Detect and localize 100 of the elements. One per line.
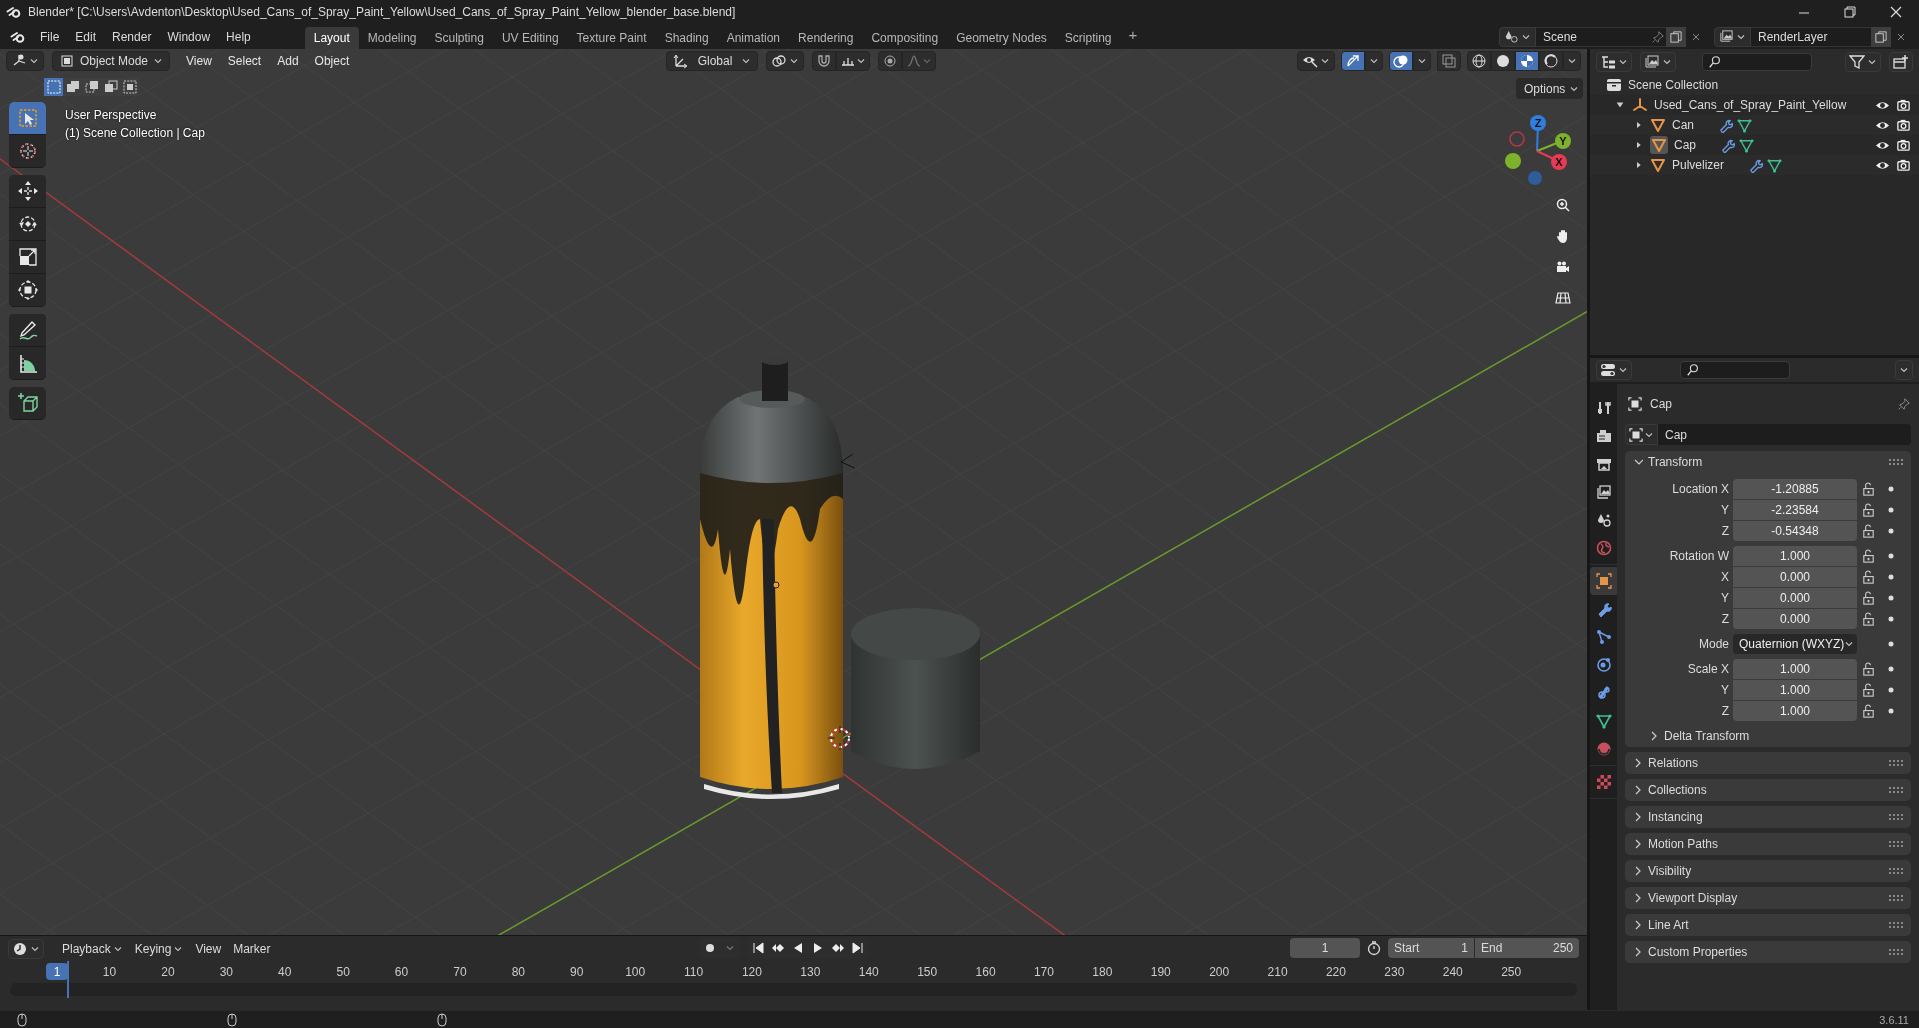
- frame-number: 80: [511, 965, 526, 979]
- subpanel-header[interactable]: Delta Transform: [1664, 729, 1750, 743]
- frame-number: 170: [1033, 965, 1054, 979]
- viewport-info-text: User Perspective: [65, 108, 158, 122]
- object-label[interactable]: Cap: [1674, 138, 1696, 152]
- menu-item[interactable]: File: [32, 26, 68, 47]
- z-axis-handle[interactable]: Z: [1530, 115, 1546, 131]
- frame-number: 20: [161, 965, 175, 979]
- menu-item[interactable]: View: [189, 938, 228, 959]
- frame-number: 30: [219, 965, 234, 979]
- number-field[interactable]: 1.000: [1733, 659, 1857, 679]
- workspace-tab[interactable]: Sculpting: [425, 27, 493, 49]
- object-label[interactable]: Pulvelizer: [1672, 158, 1725, 172]
- workspace-tab[interactable]: Layout: [304, 27, 359, 49]
- frame-number: 60: [394, 965, 409, 979]
- current-frame-field[interactable]: 1: [1290, 938, 1360, 958]
- window-title: Blender* [C:\Users\Avdenton\Desktop\Used_Cans_of_Spray_Paint_Yellow\Used_Cans_of_Spray_Paint_Yellow_blender_base.blend]: [28, 5, 736, 19]
- workspace-tab[interactable]: Geometry Nodes: [947, 27, 1056, 49]
- frame-number: 240: [1442, 965, 1463, 979]
- viewport-info-text: (1) Scene Collection | Cap: [65, 126, 205, 140]
- frame-number: 100: [625, 965, 646, 979]
- collection-label[interactable]: Scene Collection: [1628, 78, 1719, 92]
- end-frame-field[interactable]: 250: [1552, 941, 1573, 955]
- frame-number: 40: [278, 965, 292, 979]
- menu-item[interactable]: Add: [269, 51, 307, 71]
- workspace-tab[interactable]: Rendering: [789, 27, 863, 49]
- panel-header[interactable]: Visibility: [1648, 864, 1692, 878]
- view-layer-field[interactable]: RenderLayer: [1751, 26, 1871, 47]
- number-field[interactable]: -1.20885: [1733, 479, 1857, 499]
- number-field[interactable]: 0.000: [1733, 588, 1857, 608]
- frame-number: 220: [1325, 965, 1346, 979]
- workspace-tab[interactable]: Texture Paint: [567, 27, 656, 49]
- property-label: X: [1721, 570, 1729, 584]
- x-axis-handle[interactable]: X: [1551, 154, 1567, 170]
- panel-header[interactable]: Custom Properties: [1648, 945, 1748, 959]
- playhead[interactable]: 1: [46, 963, 68, 980]
- property-label: Scale X: [1687, 662, 1729, 676]
- rotation-mode-dropdown[interactable]: Quaternion (WXYZ): [1733, 634, 1857, 654]
- menu-item[interactable]: Select: [219, 51, 270, 71]
- orientation-dropdown[interactable]: Global: [666, 51, 758, 71]
- menu-item[interactable]: Window: [159, 26, 219, 47]
- start-frame-field[interactable]: 1: [1461, 941, 1468, 955]
- start-label: Start: [1394, 941, 1420, 955]
- options-dropdown[interactable]: Options: [1516, 78, 1584, 99]
- frame-number: 250: [1501, 965, 1522, 979]
- version-label: 3.6.11: [1879, 1013, 1909, 1026]
- frame-number: 180: [1092, 965, 1113, 979]
- panel-header[interactable]: Motion Paths: [1648, 837, 1719, 851]
- panel-header[interactable]: Collections: [1648, 783, 1707, 797]
- property-label: Z: [1721, 524, 1729, 538]
- frame-number: 10: [102, 965, 117, 979]
- object-name-field[interactable]: Cap: [1658, 424, 1911, 445]
- menu-item[interactable]: Object: [306, 51, 358, 71]
- menu-item[interactable]: Keying: [128, 938, 190, 959]
- menu-item[interactable]: Help: [218, 26, 259, 47]
- workspace-tab[interactable]: Compositing: [862, 27, 948, 49]
- property-label: Rotation W: [1669, 549, 1729, 563]
- object-label[interactable]: Can: [1672, 118, 1694, 132]
- frame-number: 150: [917, 965, 938, 979]
- panel-header[interactable]: Relations: [1648, 756, 1699, 770]
- menu-item[interactable]: Playback: [56, 938, 129, 959]
- menu-item[interactable]: View: [178, 51, 220, 71]
- frame-number: 190: [1150, 965, 1171, 979]
- scene-field[interactable]: Scene: [1536, 26, 1644, 47]
- frame-number: 230: [1384, 965, 1405, 979]
- frame-number: 140: [858, 965, 879, 979]
- end-label: End: [1481, 941, 1503, 955]
- property-label: Mode: [1698, 637, 1729, 651]
- property-label: Y: [1721, 503, 1729, 517]
- panel-header[interactable]: Instancing: [1648, 810, 1703, 824]
- workspace-tab[interactable]: Animation: [717, 27, 790, 49]
- frame-number: 130: [800, 965, 821, 979]
- number-field[interactable]: 1.000: [1733, 546, 1857, 566]
- frame-number: 50: [336, 965, 350, 979]
- panel-header[interactable]: Line Art: [1648, 918, 1689, 932]
- workspace-tab[interactable]: UV Editing: [492, 27, 568, 49]
- frame-number: 210: [1267, 965, 1288, 979]
- number-field[interactable]: -0.54348: [1733, 521, 1857, 541]
- panel-header[interactable]: Viewport Display: [1648, 891, 1738, 905]
- workspace-tab[interactable]: Shading: [655, 27, 718, 49]
- number-field[interactable]: 0.000: [1733, 567, 1857, 587]
- menu-item[interactable]: Marker: [227, 938, 277, 959]
- property-label: Z: [1721, 612, 1729, 626]
- y-axis-handle[interactable]: Y: [1555, 133, 1571, 149]
- number-field[interactable]: 1.000: [1733, 701, 1857, 721]
- workspace-tab[interactable]: Modeling: [358, 27, 426, 49]
- property-label: Y: [1721, 591, 1729, 605]
- menu-item[interactable]: Render: [104, 26, 160, 47]
- mode-dropdown[interactable]: Object Mode: [52, 51, 171, 71]
- number-field[interactable]: -2.23584: [1733, 500, 1857, 520]
- menu-item[interactable]: Edit: [67, 26, 105, 47]
- number-field[interactable]: 0.000: [1733, 609, 1857, 629]
- object-label[interactable]: Used_Cans_of_Spray_Paint_Yellow: [1654, 98, 1847, 112]
- number-field[interactable]: 1.000: [1733, 680, 1857, 700]
- frame-number: 200: [1209, 965, 1230, 979]
- workspace-tab[interactable]: Scripting: [1055, 27, 1121, 49]
- property-label: Z: [1721, 704, 1729, 718]
- frame-number: 70: [453, 965, 467, 979]
- add-workspace-button[interactable]: +: [1120, 24, 1146, 45]
- panel-header[interactable]: Transform: [1648, 455, 1703, 469]
